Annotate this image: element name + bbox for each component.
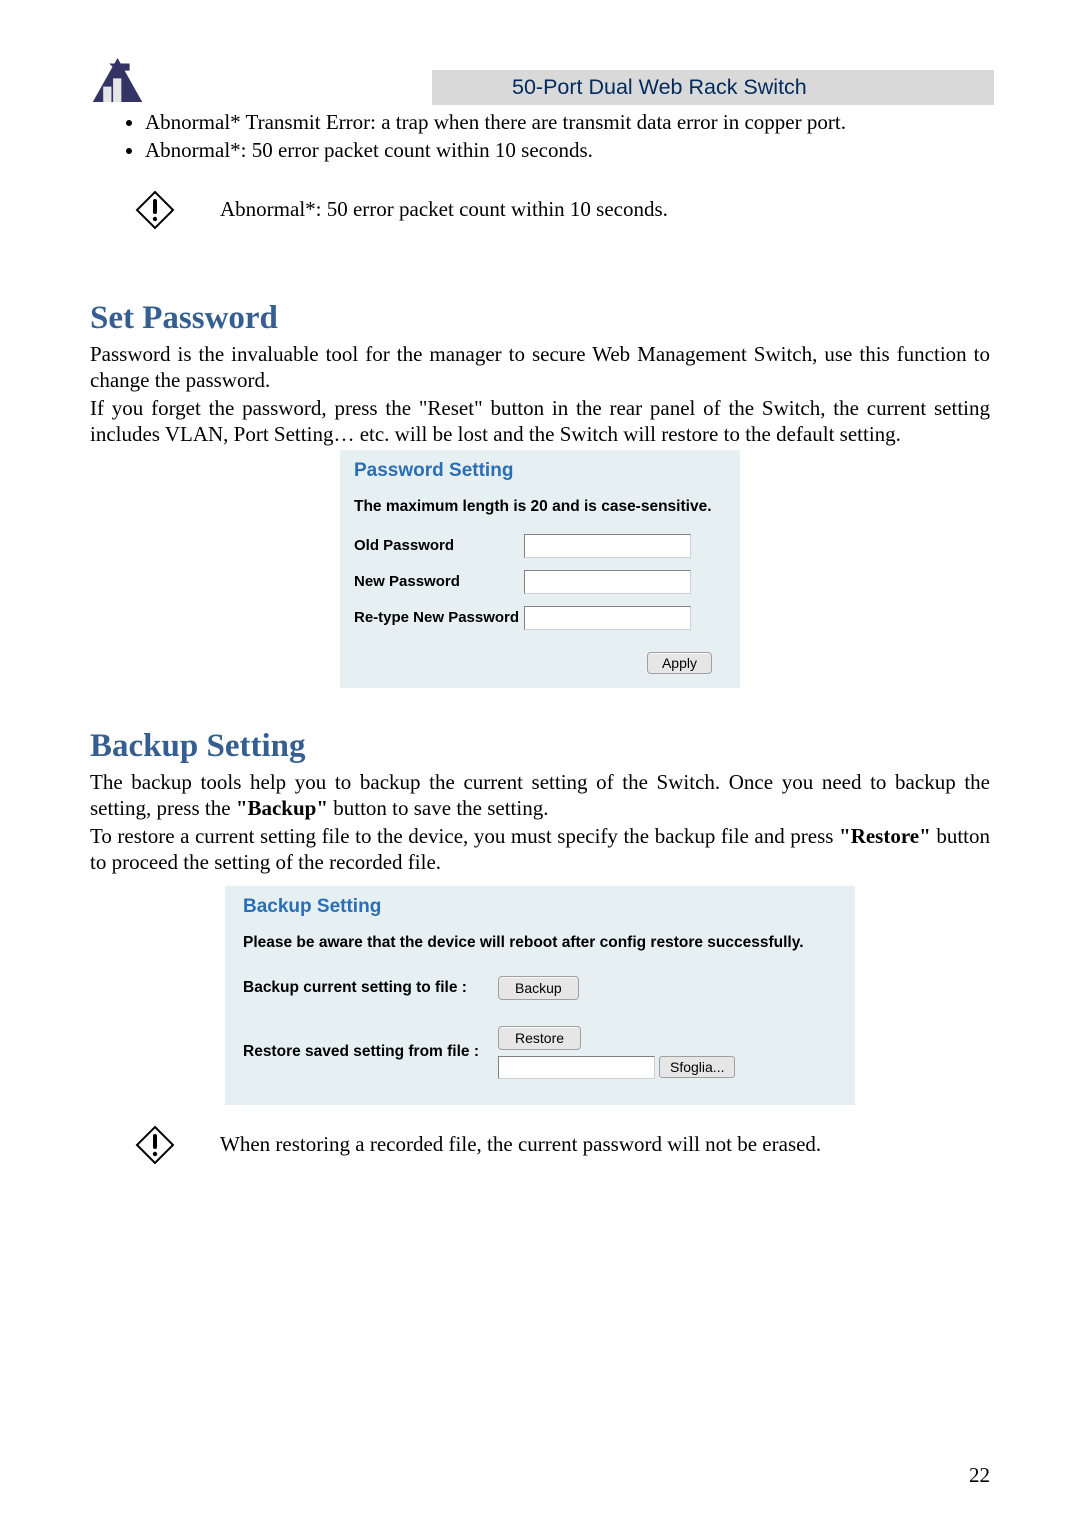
backup-to-file-label: Backup current setting to file : [243,979,498,997]
new-password-input[interactable] [524,570,691,594]
note-block: Abnormal*: 50 error packet count within … [120,190,990,230]
backup-para1: The backup tools help you to backup the … [90,769,990,822]
warning-icon [120,190,190,230]
old-password-input[interactable] [524,534,691,558]
restore-file-input[interactable] [498,1056,655,1079]
password-setting-panel: Password Setting The maximum length is 2… [340,450,740,688]
retype-password-label: Re-type New Password [354,609,524,626]
note-text: Abnormal*: 50 error packet count within … [220,197,668,222]
bullet-item: Abnormal* Transmit Error: a trap when th… [145,109,990,136]
old-password-label: Old Password [354,537,524,554]
bullet-list: Abnormal* Transmit Error: a trap when th… [145,109,990,165]
set-password-para2: If you forget the password, press the "R… [90,395,990,448]
apply-button[interactable]: Apply [647,652,712,674]
note-block: When restoring a recorded file, the curr… [120,1125,990,1165]
set-password-para1: Password is the invaluable tool for the … [90,341,990,394]
panel-subtitle: The maximum length is 20 and is case-sen… [354,498,726,516]
backup-button[interactable]: Backup [498,976,579,1000]
panel-title: Backup Setting [243,896,837,918]
panel-title: Password Setting [354,460,726,482]
company-logo [90,55,145,105]
backup-setting-panel: Backup Setting Please be aware that the … [225,886,855,1105]
set-password-heading: Set Password [90,300,990,337]
panel-subtitle: Please be aware that the device will reb… [243,934,837,952]
note-text: When restoring a recorded file, the curr… [220,1132,821,1157]
product-title: 50-Port Dual Web Rack Switch [432,70,994,105]
warning-icon [120,1125,190,1165]
retype-password-input[interactable] [524,606,691,630]
browse-button[interactable]: Sfoglia... [659,1056,735,1078]
backup-para2: To restore a current setting file to the… [90,823,990,876]
new-password-label: New Password [354,573,524,590]
page-header: 50-Port Dual Web Rack Switch [90,55,990,105]
bullet-item: Abnormal*: 50 error packet count within … [145,137,990,164]
restore-from-file-label: Restore saved setting from file : [243,1043,498,1061]
backup-setting-heading: Backup Setting [90,728,990,765]
page-number: 22 [969,1463,990,1488]
restore-button[interactable]: Restore [498,1026,581,1050]
